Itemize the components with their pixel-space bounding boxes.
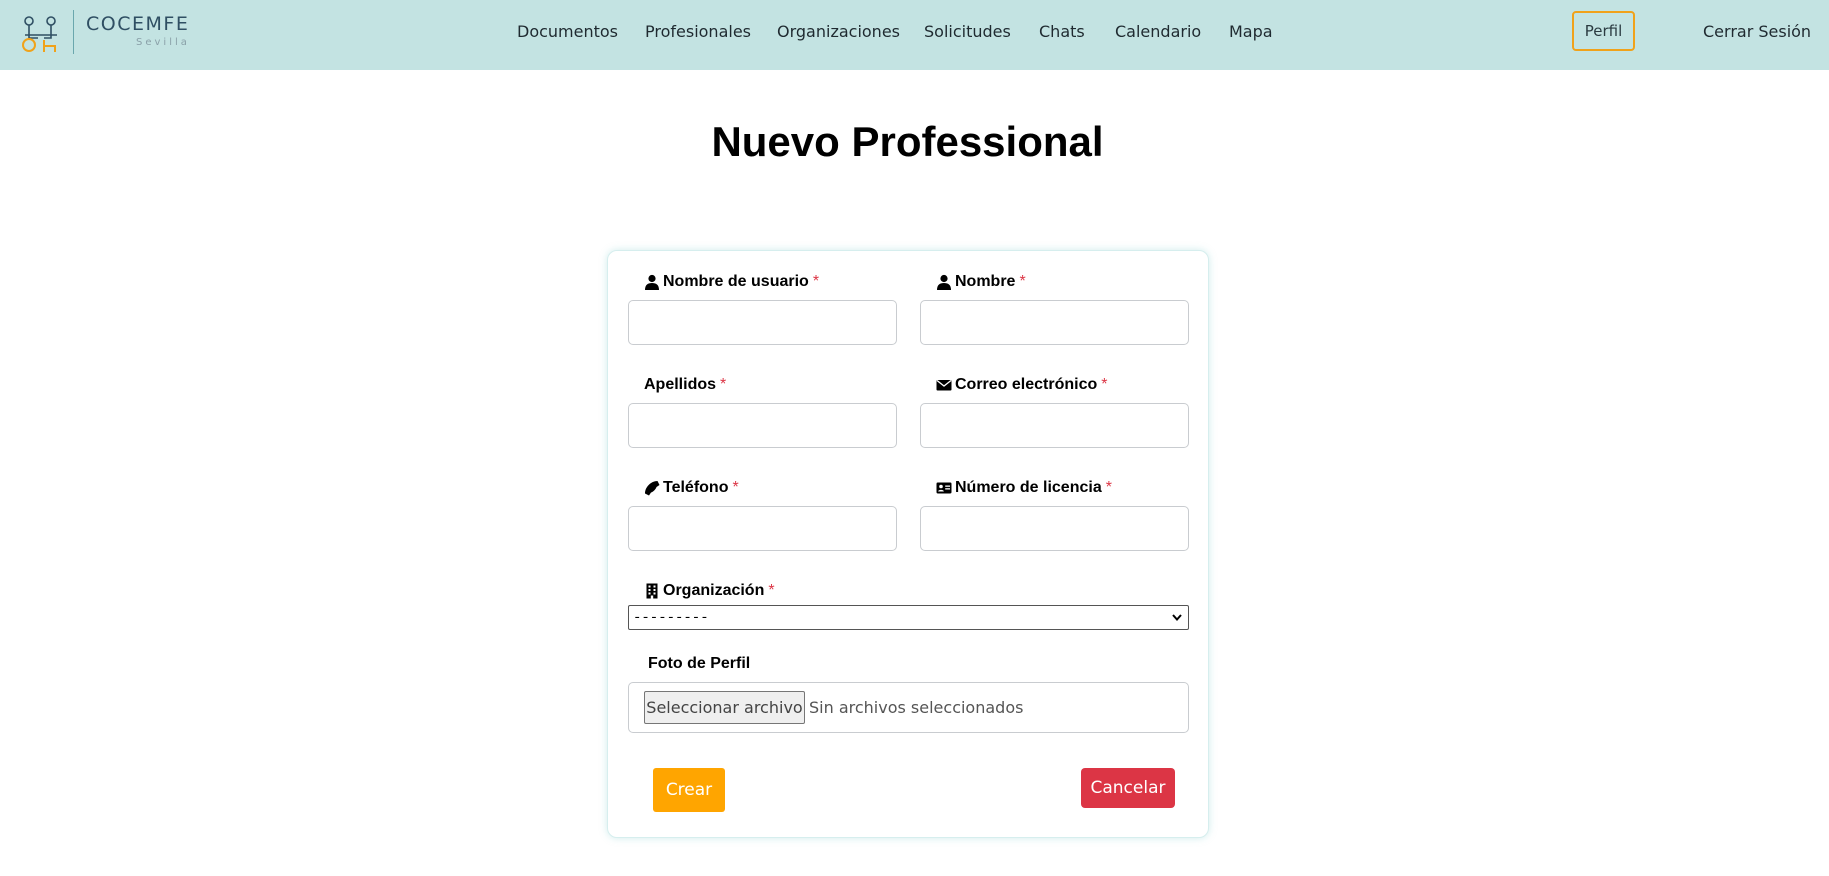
page-title: Nuevo Professional (711, 118, 1104, 165)
license-input[interactable] (920, 506, 1189, 551)
nav-link-calendario[interactable]: Calendario (1115, 22, 1201, 41)
license-label-text: Número de licencia (955, 479, 1102, 496)
logout-link[interactable]: Cerrar Sesión (1703, 22, 1811, 41)
nav-link-profesionales[interactable]: Profesionales (645, 22, 751, 41)
required-marker: * (720, 376, 727, 393)
first-name-label: Nombre * (936, 273, 1026, 291)
username-label: Nombre de usuario * (644, 273, 819, 291)
photo-label: Foto de Perfil (648, 655, 750, 673)
phone-label-text: Teléfono (663, 479, 729, 496)
nav-link-organizaciones[interactable]: Organizaciones (777, 22, 900, 41)
email-label-text: Correo electrónico (955, 376, 1098, 393)
organization-label-text: Organización (663, 582, 765, 599)
license-label: Número de licencia * (936, 479, 1112, 497)
first-name-input[interactable] (920, 300, 1189, 345)
organization-select[interactable]: --------- (628, 605, 1189, 630)
nav-link-chats[interactable]: Chats (1039, 22, 1085, 41)
logo-mark-icon (22, 16, 57, 52)
phone-label: Teléfono * (644, 479, 739, 497)
last-name-label-text: Apellidos (644, 376, 717, 393)
required-marker: * (812, 273, 820, 290)
envelope-icon (936, 379, 952, 391)
required-marker: * (1019, 273, 1026, 290)
top-navbar: COCEMFE Sevilla Documentos Profesionales… (0, 0, 1829, 70)
email-label: Correo electrónico * (936, 376, 1108, 394)
chevron-down-icon (1172, 614, 1182, 622)
required-marker: * (732, 479, 739, 496)
last-name-input[interactable] (628, 403, 897, 448)
cancel-button[interactable]: Cancelar (1081, 768, 1175, 808)
professional-form-card: Nombre de usuario * Nombre * Apellidos *… (607, 250, 1209, 838)
logo-divider (73, 10, 74, 54)
cocemfe-logo[interactable]: COCEMFE Sevilla (20, 10, 190, 56)
user-icon (645, 274, 659, 290)
profile-button[interactable]: Perfil (1572, 11, 1635, 51)
last-name-label: Apellidos * (644, 376, 726, 394)
username-input[interactable] (628, 300, 897, 345)
required-marker: * (1105, 479, 1112, 496)
photo-file-input[interactable]: Seleccionar archivo Sin archivos selecci… (628, 682, 1189, 733)
nav-link-documentos[interactable]: Documentos (517, 22, 618, 41)
id-card-icon (936, 482, 952, 494)
choose-file-button[interactable]: Seleccionar archivo (644, 691, 805, 724)
required-marker: * (1101, 376, 1108, 393)
first-name-label-text: Nombre (955, 273, 1016, 290)
file-status-text: Sin archivos seleccionados (809, 698, 1024, 717)
phone-icon (645, 481, 660, 496)
user-icon (937, 274, 951, 290)
create-button[interactable]: Crear (653, 768, 725, 812)
logo-subtitle: Sevilla (136, 37, 190, 48)
organization-selected-value: --------- (633, 609, 709, 626)
required-marker: * (768, 582, 775, 599)
photo-label-text: Foto de Perfil (648, 655, 751, 672)
nav-link-mapa[interactable]: Mapa (1229, 22, 1273, 41)
organization-label: Organización * (644, 582, 775, 600)
email-input[interactable] (920, 403, 1189, 448)
logo-title: COCEMFE (86, 13, 190, 35)
building-icon (646, 583, 658, 599)
username-label-text: Nombre de usuario (663, 273, 809, 290)
phone-input[interactable] (628, 506, 897, 551)
nav-link-solicitudes[interactable]: Solicitudes (924, 22, 1011, 41)
